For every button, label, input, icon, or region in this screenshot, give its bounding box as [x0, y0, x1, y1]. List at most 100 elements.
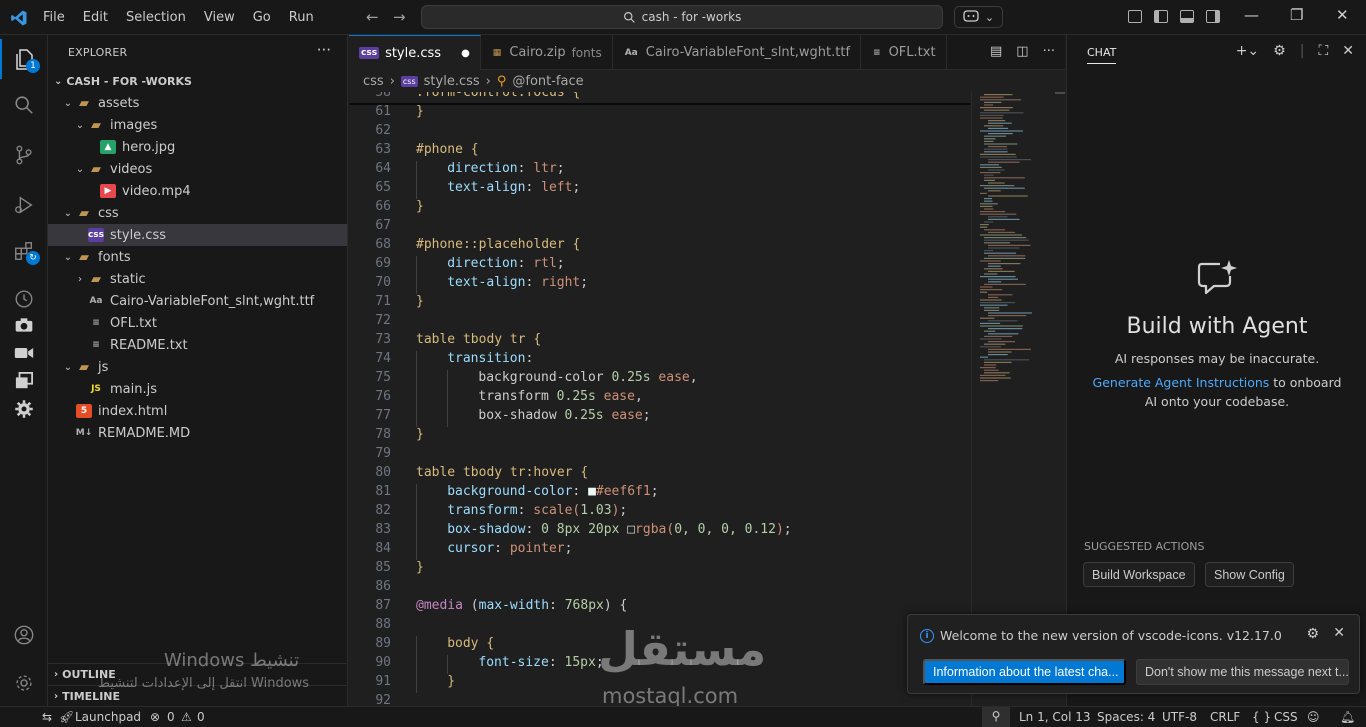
menu-go[interactable]: Go — [244, 10, 280, 25]
code-editor[interactable]: 58 .form-control:focus {61} 62 63 #phone {64… — [349, 92, 971, 706]
close-icon[interactable]: ✕ — [1342, 43, 1354, 59]
toggle-primary-sidebar-icon[interactable] — [1154, 10, 1168, 23]
tree-file[interactable]: ▶ video.mp4 — [48, 180, 347, 202]
remote-icon[interactable]: ⇆ — [42, 710, 52, 724]
breadcrumb-symbol[interactable]: @font-face — [512, 74, 583, 89]
minimize-icon[interactable]: — — [1244, 6, 1259, 24]
tree-file[interactable]: Aa Cairo-VariableFont_slnt,wght.ttf — [48, 290, 347, 312]
tree-file[interactable]: 5 index.html — [48, 400, 347, 422]
latest-changes-info-button[interactable]: Information about the latest cha... — [923, 659, 1126, 685]
close-window-icon[interactable]: ✕ — [1336, 6, 1349, 24]
toggle-panel-icon[interactable] — [1180, 10, 1194, 23]
tree-folder[interactable]: ⌄ ▰ assets — [48, 92, 347, 114]
text-file-icon: ≡ — [873, 47, 881, 58]
camera-icon[interactable] — [0, 311, 48, 339]
tree-folder[interactable]: ⌄ ▰ videos — [48, 158, 347, 180]
restore-icon[interactable]: ❐ — [1290, 6, 1303, 24]
outline-section[interactable]: › OUTLINE — [48, 663, 348, 685]
editor-tab[interactable]: ▦ Cairo.zip fonts — [481, 35, 613, 70]
chevron-down-icon: ⌄ — [63, 207, 73, 219]
tree-folder[interactable]: ⌄ ▰ css — [48, 202, 347, 224]
indent-guide — [416, 408, 417, 427]
more-actions-icon[interactable]: ··· — [1043, 44, 1055, 59]
editor-tab[interactable]: css style.css ● — [349, 35, 481, 70]
tree-file[interactable]: M↓ REMADME.MD — [48, 422, 347, 444]
menu-edit[interactable]: Edit — [74, 10, 117, 25]
source-control-icon[interactable] — [0, 135, 48, 175]
code-line: 74 transition: — [349, 351, 971, 370]
explorer-icon[interactable]: 1 — [0, 39, 48, 79]
open-preview-icon[interactable]: ▤ — [990, 44, 1002, 59]
info-icon: i — [920, 629, 934, 643]
close-icon[interactable]: ✕ — [1333, 625, 1345, 641]
command-center-search[interactable]: cash - for -works — [421, 5, 943, 29]
tree-folder[interactable]: › ▰ static — [48, 268, 347, 290]
accounts-icon[interactable] — [0, 615, 48, 655]
breadcrumb-folder[interactable]: css — [363, 74, 384, 89]
toggle-secondary-sidebar-icon[interactable] — [1206, 10, 1220, 23]
gear-icon[interactable]: ⚙ — [1273, 43, 1286, 59]
menu-selection[interactable]: Selection — [117, 10, 195, 25]
timeline-section[interactable]: › TIMELINE — [48, 685, 348, 707]
minimap-line — [984, 198, 993, 200]
forward-arrow-icon[interactable]: → — [393, 8, 406, 26]
minimap-line — [980, 192, 987, 194]
copilot-button[interactable]: ⌄ — [954, 6, 1003, 28]
workspace-folder-header[interactable]: ⌄ CASH - FOR -WORKS — [48, 70, 348, 92]
menu-view[interactable]: View — [195, 10, 244, 25]
settings-gear-icon[interactable] — [0, 395, 48, 423]
tree-folder[interactable]: ⌄ ▰ images — [48, 114, 347, 136]
error-count[interactable]: 0 — [167, 710, 175, 724]
line-ending[interactable]: CRLF — [1210, 710, 1240, 724]
modified-dot-icon[interactable]: ● — [461, 48, 470, 59]
warning-count[interactable]: 0 — [197, 710, 205, 724]
tree-folder[interactable]: ⌄ ▰ js — [48, 356, 347, 378]
manage-gear-icon[interactable] — [0, 663, 48, 703]
show-config-button[interactable]: Show Config — [1205, 562, 1294, 587]
minimap-line — [984, 307, 1000, 309]
split-editor-icon[interactable]: ◫ — [1016, 44, 1028, 59]
windows-icon[interactable] — [0, 367, 48, 395]
extensions-icon[interactable]: ↻ — [0, 231, 48, 271]
tree-file[interactable]: css style.css — [48, 224, 347, 246]
language-mode[interactable]: CSS — [1274, 710, 1298, 724]
code-token: ) { — [603, 598, 628, 613]
customize-layout-icon[interactable] — [1128, 10, 1142, 23]
tree-file[interactable]: ≡ README.txt — [48, 334, 347, 356]
tree-file[interactable]: JS main.js — [48, 378, 347, 400]
minimap-line — [980, 286, 993, 288]
indentation[interactable]: Spaces: 4 — [1097, 710, 1155, 724]
encoding[interactable]: UTF-8 — [1162, 710, 1197, 724]
dont-show-again-button[interactable]: Don't show me this message next t... — [1136, 659, 1349, 685]
run-debug-icon[interactable] — [0, 185, 48, 225]
notifications-bell-icon[interactable]: 🔔︎ — [1340, 710, 1355, 724]
copilot-status-icon[interactable]: ☺ — [1307, 710, 1320, 724]
breadcrumb: css › css style.css › ⚲ @font-face — [349, 70, 1065, 92]
search-view-icon[interactable] — [0, 85, 48, 125]
tree-file[interactable]: ▲ hero.jpg — [48, 136, 347, 158]
video-camera-icon[interactable] — [0, 339, 48, 367]
maximize-icon[interactable]: ⛶ — [1318, 43, 1328, 59]
generate-agent-instructions-link[interactable]: Generate Agent Instructions — [1093, 375, 1270, 390]
zoom-search-icon[interactable]: ⚲ — [982, 707, 1010, 727]
cursor-position[interactable]: Ln 1, Col 13 — [1019, 710, 1091, 724]
menu-run[interactable]: Run — [280, 10, 323, 25]
menu-file[interactable]: File — [34, 10, 74, 25]
minimap-line — [980, 172, 1001, 174]
build-workspace-button[interactable]: Build Workspace — [1083, 562, 1195, 587]
tree-folder[interactable]: ⌄ ▰ fonts — [48, 246, 347, 268]
breadcrumb-file[interactable]: style.css — [424, 74, 480, 89]
minimap-line — [988, 122, 1012, 124]
editor-tab[interactable]: ≡ OFL.txt — [861, 35, 947, 70]
code-token: box-shadow — [478, 408, 565, 423]
launchpad-label[interactable]: Launchpad — [75, 710, 141, 724]
new-chat-icon[interactable]: +⌄ — [1236, 43, 1259, 59]
back-arrow-icon[interactable]: ← — [366, 8, 379, 26]
gear-icon[interactable]: ⚙ — [1306, 626, 1319, 642]
chat-tab[interactable]: CHAT — [1087, 46, 1117, 64]
tree-file[interactable]: ≡ OFL.txt — [48, 312, 347, 334]
code-token: ; — [556, 256, 565, 271]
more-actions-icon[interactable]: ··· — [317, 41, 331, 59]
code-text: .form-control:focus { — [416, 92, 580, 100]
editor-tab[interactable]: Aa Cairo-VariableFont_slnt,wght.ttf — [613, 35, 862, 70]
